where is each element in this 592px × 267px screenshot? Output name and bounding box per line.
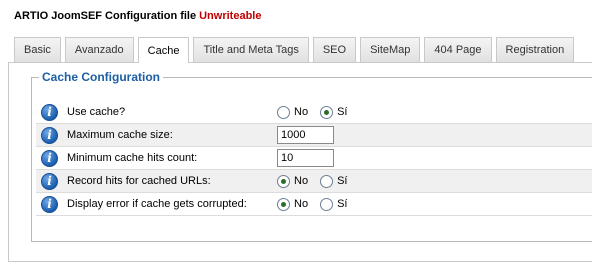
setting-label: Minimum cache hits count: bbox=[67, 152, 198, 164]
tab-bar: Basic Avanzado Cache Title and Meta Tags… bbox=[14, 37, 575, 63]
setting-label: Display error if cache gets corrupted: bbox=[67, 198, 247, 210]
display-error-yes-radio[interactable] bbox=[320, 197, 334, 211]
radio-label-yes: Sí bbox=[337, 106, 348, 118]
record-hits-no-radio[interactable] bbox=[277, 174, 290, 188]
max-cache-size-control bbox=[277, 126, 334, 144]
tab-basic[interactable]: Basic bbox=[14, 37, 61, 62]
tab-404-page[interactable]: 404 Page bbox=[424, 37, 492, 62]
record-hits-yes-radio[interactable] bbox=[320, 174, 334, 188]
use-cache-no-radio[interactable] bbox=[277, 105, 290, 119]
writable-status: Unwriteable bbox=[199, 10, 262, 22]
info-icon[interactable]: i bbox=[41, 103, 58, 121]
fieldset-legend: Cache Configuration bbox=[39, 70, 164, 84]
tab-sitemap[interactable]: SiteMap bbox=[360, 37, 421, 62]
display-error-radio-group: No Sí bbox=[277, 197, 359, 211]
info-icon[interactable]: i bbox=[41, 149, 58, 167]
setting-row-max-cache-size: i Maximum cache size: bbox=[36, 124, 592, 147]
min-cache-hits-control bbox=[277, 149, 334, 167]
tab-title-and-meta-tags[interactable]: Title and Meta Tags bbox=[193, 37, 309, 62]
tab-avanzado[interactable]: Avanzado bbox=[64, 37, 134, 62]
setting-label: Maximum cache size: bbox=[67, 129, 173, 141]
tab-registration[interactable]: Registration bbox=[495, 37, 575, 62]
min-cache-hits-input[interactable] bbox=[277, 149, 334, 167]
setting-label: Record hits for cached URLs: bbox=[67, 175, 211, 187]
settings-list: i Use cache? No Sí i Maximum cache size:… bbox=[36, 101, 592, 216]
radio-label-yes: Sí bbox=[337, 175, 348, 187]
tab-cache[interactable]: Cache bbox=[137, 37, 190, 63]
display-error-no-radio[interactable] bbox=[277, 197, 290, 211]
setting-row-record-hits: i Record hits for cached URLs: No Sí bbox=[36, 170, 592, 193]
radio-label-no: No bbox=[294, 198, 309, 210]
radio-label-no: No bbox=[294, 106, 309, 118]
setting-row-min-cache-hits: i Minimum cache hits count: bbox=[36, 147, 592, 170]
info-icon[interactable]: i bbox=[41, 172, 58, 190]
setting-label: Use cache? bbox=[67, 106, 126, 118]
page-title-text: ARTIO JoomSEF Configuration file bbox=[14, 10, 197, 22]
radio-label-no: No bbox=[294, 175, 309, 187]
setting-row-display-error: i Display error if cache gets corrupted:… bbox=[36, 193, 592, 216]
radio-label-yes: Sí bbox=[337, 198, 348, 210]
record-hits-radio-group: No Sí bbox=[277, 174, 359, 188]
setting-row-use-cache: i Use cache? No Sí bbox=[36, 101, 592, 124]
info-icon[interactable]: i bbox=[41, 195, 58, 213]
use-cache-radio-group: No Sí bbox=[277, 105, 359, 119]
max-cache-size-input[interactable] bbox=[277, 126, 334, 144]
page-title: ARTIO JoomSEF Configuration file Unwritea… bbox=[14, 10, 261, 22]
info-icon[interactable]: i bbox=[41, 126, 58, 144]
use-cache-yes-radio[interactable] bbox=[320, 105, 334, 119]
tab-seo[interactable]: SEO bbox=[312, 37, 357, 62]
